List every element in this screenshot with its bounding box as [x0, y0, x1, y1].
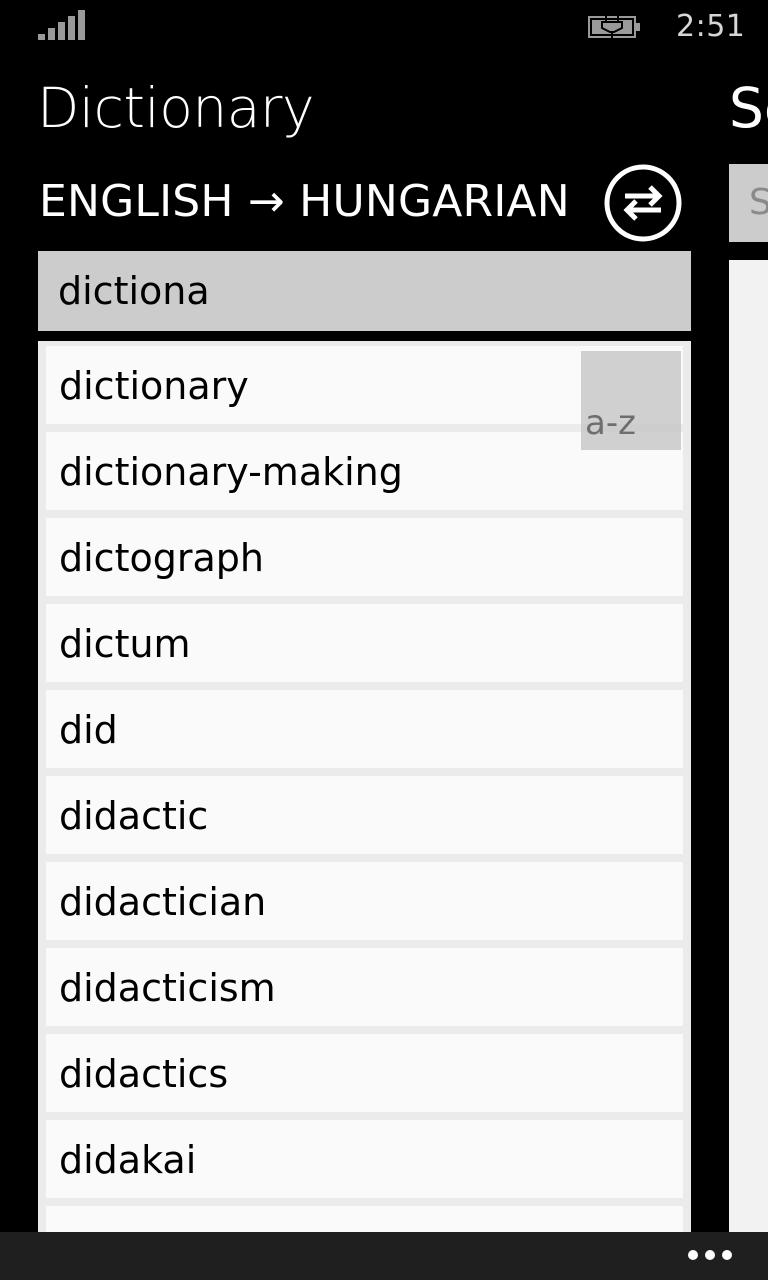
more-ellipsis-icon[interactable]	[688, 1248, 732, 1264]
list-item-label: dictionary	[59, 364, 249, 408]
status-bar: 2:51	[0, 0, 768, 56]
list-item-label: dictum	[59, 622, 191, 666]
list-item[interactable]: dictograph	[46, 518, 683, 596]
swap-arrows-icon	[604, 164, 682, 242]
list-item-label: didactics	[59, 1052, 229, 1096]
next-pivot-search-placeholder: S	[749, 182, 768, 223]
next-pivot-title[interactable]: Se	[729, 76, 768, 140]
list-item[interactable]: didactics	[46, 1034, 683, 1112]
swap-language-button[interactable]	[603, 163, 683, 243]
alphabet-jump-button[interactable]: a-z	[581, 351, 681, 450]
list-item-label: dictionary-making	[59, 450, 403, 494]
app-bar	[0, 1232, 768, 1280]
search-input[interactable]	[38, 251, 691, 331]
list-item-label: didactic	[59, 794, 209, 838]
clock: 2:51	[676, 9, 746, 44]
list-item-label: didactician	[59, 880, 267, 924]
page-title: Dictionary	[37, 76, 315, 140]
signal-strength-icon	[38, 10, 85, 40]
list-item[interactable]: didacticism	[46, 948, 683, 1026]
language-direction-label[interactable]: ENGLISH → HUNGARIAN	[39, 176, 570, 227]
list-item[interactable]: dictum	[46, 604, 683, 682]
next-pivot-panel[interactable]	[729, 260, 768, 1232]
battery-charging-icon	[588, 16, 640, 38]
next-pivot-search-input[interactable]: S	[729, 164, 768, 242]
list-item-label: did	[59, 708, 118, 752]
list-item[interactable]: didactician	[46, 862, 683, 940]
list-item[interactable]: didakai	[46, 1120, 683, 1198]
list-item-label: didacticism	[59, 966, 276, 1010]
list-item[interactable]: did	[46, 690, 683, 768]
word-list[interactable]: dictionary dictionary-making dictograph …	[38, 341, 691, 1232]
alphabet-jump-label: a-z	[585, 403, 636, 443]
list-item-label: didakai	[59, 1138, 197, 1182]
list-item-partial[interactable]	[46, 1206, 683, 1232]
list-item-label: dictograph	[59, 536, 264, 580]
list-item[interactable]: didactic	[46, 776, 683, 854]
